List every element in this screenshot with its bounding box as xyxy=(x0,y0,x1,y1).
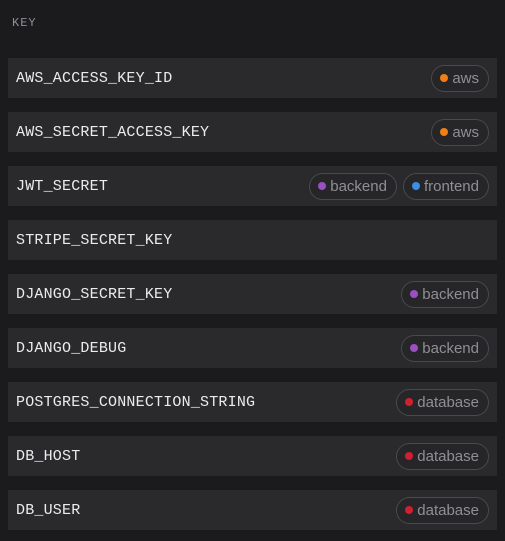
tag-color-dot-icon xyxy=(440,128,449,136)
secret-key-name: DJANGO_SECRET_KEY xyxy=(16,285,173,303)
tag-color-dot-icon xyxy=(410,344,419,352)
tag-group: backend xyxy=(401,280,489,308)
table-row[interactable]: JWT_SECRET backend frontend xyxy=(8,166,497,206)
tag-color-dot-icon xyxy=(411,182,420,190)
tag-group: aws xyxy=(431,118,489,146)
tag-label: database xyxy=(417,447,479,465)
tag-label: frontend xyxy=(423,177,479,195)
table-row[interactable]: DJANGO_DEBUG backend xyxy=(8,328,497,368)
secret-key-name: DB_USER xyxy=(16,501,81,519)
tag-color-dot-icon xyxy=(318,182,327,190)
tag-chip-backend[interactable]: backend xyxy=(401,334,489,362)
table-row[interactable]: DB_USER database xyxy=(8,490,497,530)
tag-group: database xyxy=(396,496,489,524)
secret-key-name: JWT_SECRET xyxy=(16,177,109,195)
table-row[interactable]: DB_HOST database xyxy=(8,436,497,476)
tag-label: backend xyxy=(422,285,479,303)
secret-key-name: DJANGO_DEBUG xyxy=(16,339,127,357)
tag-chip-frontend[interactable]: frontend xyxy=(402,172,489,200)
tag-group: backend frontend xyxy=(309,172,489,200)
secret-key-name: DB_HOST xyxy=(16,447,81,465)
tag-group: database xyxy=(396,388,489,416)
tag-color-dot-icon xyxy=(405,506,414,514)
tag-label: backend xyxy=(422,339,479,357)
tag-chip-aws[interactable]: aws xyxy=(431,64,489,92)
table-row[interactable]: STRIPE_SECRET_KEY xyxy=(8,220,497,260)
tag-label: backend xyxy=(330,177,387,195)
tag-group: backend xyxy=(401,334,489,362)
table-row[interactable]: DJANGO_SECRET_KEY backend xyxy=(8,274,497,314)
secret-key-name: AWS_SECRET_ACCESS_KEY xyxy=(16,123,210,141)
tag-label: aws xyxy=(452,123,479,141)
tag-chip-database[interactable]: database xyxy=(396,496,489,524)
tag-label: database xyxy=(417,393,479,411)
tag-group: aws xyxy=(431,64,489,92)
table-row[interactable]: AWS_SECRET_ACCESS_KEY aws xyxy=(8,112,497,152)
tag-color-dot-icon xyxy=(405,452,414,460)
tag-chip-backend[interactable]: backend xyxy=(401,280,489,308)
tag-chip-database[interactable]: database xyxy=(396,442,489,470)
tag-color-dot-icon xyxy=(410,290,419,298)
secret-key-name: AWS_ACCESS_KEY_ID xyxy=(16,69,173,87)
tag-color-dot-icon xyxy=(405,398,414,406)
tag-color-dot-icon xyxy=(440,74,449,82)
table-row[interactable]: AWS_ACCESS_KEY_ID aws xyxy=(8,58,497,98)
tag-group: database xyxy=(396,442,489,470)
tag-chip-database[interactable]: database xyxy=(396,388,489,416)
secrets-list: AWS_ACCESS_KEY_ID aws AWS_SECRET_ACCESS_KE… xyxy=(8,58,497,530)
column-header-key: KEY xyxy=(12,16,37,30)
tag-label: aws xyxy=(452,69,479,87)
secret-key-name: POSTGRES_CONNECTION_STRING xyxy=(16,393,256,411)
secret-key-name: STRIPE_SECRET_KEY xyxy=(16,231,173,249)
tag-chip-aws[interactable]: aws xyxy=(431,118,489,146)
tag-label: database xyxy=(417,501,479,519)
tag-chip-backend[interactable]: backend xyxy=(309,172,397,200)
table-row[interactable]: POSTGRES_CONNECTION_STRING database xyxy=(8,382,497,422)
